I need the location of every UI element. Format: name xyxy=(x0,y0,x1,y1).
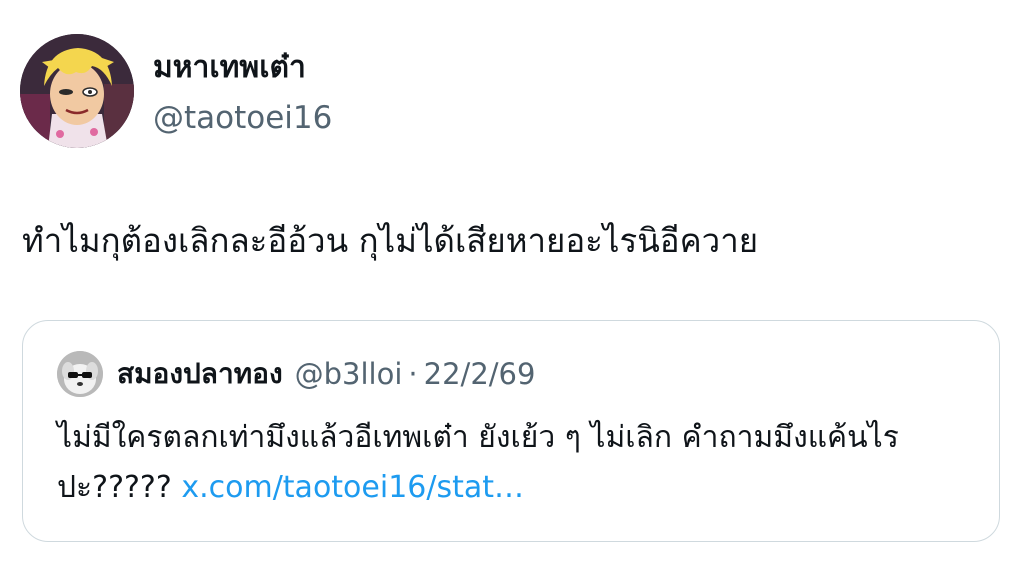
quoted-tweet-body: ไม่มีใครตลกเท่ามึงแล้วอีเทพเต๋า ยังเย้ว … xyxy=(57,413,987,513)
quoted-tweet-header: สมองปลาทอง @b3lloi · 22/2/69 xyxy=(57,351,535,397)
quoted-author-display-name[interactable]: สมองปลาทอง xyxy=(117,352,283,396)
author-avatar[interactable] xyxy=(20,34,134,148)
author-handle[interactable]: @taotoei16 xyxy=(153,98,332,138)
quoted-separator: · xyxy=(408,357,418,391)
quoted-author-handle[interactable]: @b3lloi xyxy=(295,357,403,391)
quoted-author-avatar[interactable] xyxy=(57,351,103,397)
author-display-name[interactable]: มหาเทพเต๋า xyxy=(153,48,332,88)
anime-character-avatar-icon xyxy=(20,34,134,148)
quoted-tweet-date[interactable]: 22/2/69 xyxy=(424,357,536,391)
tweet-text: ทำไมกุต้องเลิกละอีอ้วน กุไม่ได้เสียหายอะ… xyxy=(22,221,759,260)
quoted-tweet-link[interactable]: x.com/taotoei16/stat… xyxy=(181,470,524,505)
dog-sunglasses-avatar-icon xyxy=(57,351,103,397)
author-info: มหาเทพเต๋า @taotoei16 xyxy=(153,48,332,138)
tweet: มหาเทพเต๋า @taotoei16 ทำไมกุต้องเลิกละอี… xyxy=(0,0,1024,580)
quoted-tweet-card[interactable]: สมองปลาทอง @b3lloi · 22/2/69 ไม่มีใครตลก… xyxy=(22,320,1000,542)
